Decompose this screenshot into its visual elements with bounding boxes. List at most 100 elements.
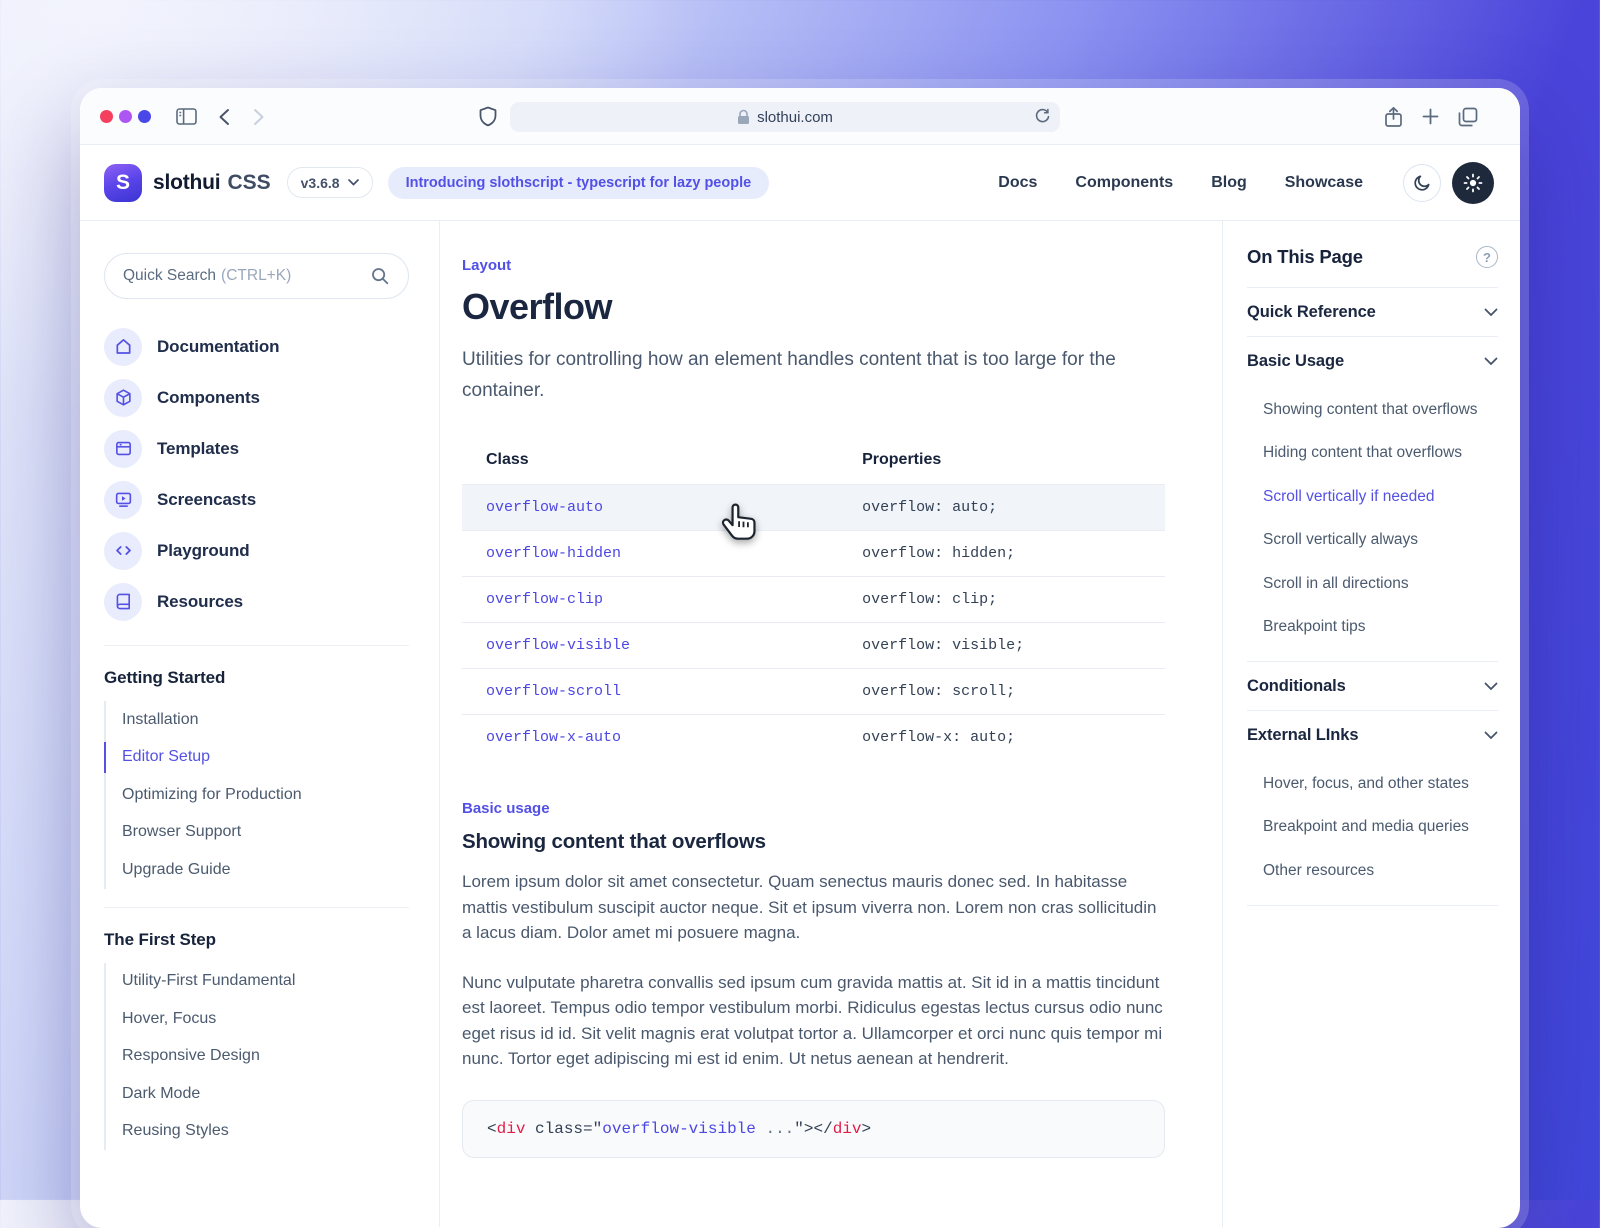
class-link[interactable]: overflow-scroll bbox=[486, 683, 621, 700]
page-title: Overflow bbox=[462, 286, 613, 327]
nav-link-showcase[interactable]: Showcase bbox=[1285, 174, 1363, 192]
toc-item[interactable]: Hiding content that overflows bbox=[1247, 432, 1498, 476]
sidebar-item-components[interactable]: Components bbox=[104, 372, 409, 423]
toc-item[interactable]: Scroll in all directions bbox=[1247, 562, 1498, 606]
close-window-button[interactable] bbox=[100, 110, 113, 123]
announcement-banner[interactable]: Introducing slothscript - typescript for… bbox=[387, 166, 770, 199]
cube-icon bbox=[104, 378, 142, 417]
class-link[interactable]: overflow-hidden bbox=[486, 545, 621, 562]
toc-item[interactable]: Showing content that overflows bbox=[1247, 388, 1498, 432]
sidebar-divider bbox=[104, 906, 409, 908]
privacy-shield-icon[interactable] bbox=[479, 88, 497, 145]
home-icon bbox=[104, 327, 142, 366]
tab-overview-icon[interactable] bbox=[1458, 88, 1478, 145]
usage-label: Basic usage bbox=[462, 800, 550, 817]
browser-window: slothui.com S slothui CSS v3.6.8 Introdu… bbox=[80, 88, 1520, 1228]
table-row: overflow-auto overflow: auto; bbox=[462, 484, 1165, 531]
class-link[interactable]: overflow-visible bbox=[486, 637, 630, 654]
zoom-window-button[interactable] bbox=[138, 110, 151, 123]
lock-icon bbox=[738, 109, 750, 124]
quick-search-input[interactable]: Quick Search (CTRL+K) bbox=[104, 253, 409, 299]
utility-class-table: Class Properties overflow-auto overflow:… bbox=[462, 438, 1165, 760]
nav-link-blog[interactable]: Blog bbox=[1211, 174, 1247, 192]
sidebar-item-reusing-styles[interactable]: Reusing Styles bbox=[106, 1113, 409, 1151]
dark-mode-button[interactable] bbox=[1403, 163, 1441, 202]
sidebar-item-dark-mode[interactable]: Dark Mode bbox=[106, 1075, 409, 1113]
url-text: slothui.com bbox=[757, 108, 833, 126]
help-icon[interactable]: ? bbox=[1476, 246, 1498, 268]
toc-item[interactable]: Other resources bbox=[1247, 849, 1498, 893]
refresh-icon[interactable] bbox=[1034, 108, 1051, 125]
sidebar-toggle-icon[interactable] bbox=[176, 88, 197, 145]
toc-item[interactable]: Breakpoint tips bbox=[1247, 606, 1498, 650]
address-bar[interactable]: slothui.com bbox=[510, 102, 1060, 132]
sidebar-item-documentation[interactable]: Documentation bbox=[104, 321, 409, 372]
page-description: Utilities for controlling how an element… bbox=[462, 349, 1116, 401]
share-icon[interactable] bbox=[1384, 88, 1403, 145]
sidebar-item-upgrade-guide[interactable]: Upgrade Guide bbox=[106, 851, 409, 889]
chevron-down-icon bbox=[1484, 357, 1498, 366]
slothui-logo[interactable]: S bbox=[104, 163, 142, 202]
toc-section-conditionals[interactable]: Conditionals bbox=[1247, 662, 1498, 711]
sidebar-item-templates[interactable]: Templates bbox=[104, 423, 409, 474]
docs-sidebar: Quick Search (CTRL+K) Documentation Comp… bbox=[80, 221, 440, 1227]
toc-section-external-links[interactable]: External LInks bbox=[1247, 711, 1498, 760]
book-icon bbox=[104, 582, 142, 621]
sidebar-item-editor-setup[interactable]: Editor Setup bbox=[104, 739, 409, 777]
body-paragraph: Lorem ipsum dolor sit amet consectetur. … bbox=[462, 872, 1157, 942]
sidebar-item-playground[interactable]: Playground bbox=[104, 525, 409, 576]
toc-section-basic-usage[interactable]: Basic Usage bbox=[1247, 337, 1498, 386]
sidebar-item-screencasts[interactable]: Screencasts bbox=[104, 474, 409, 525]
site-navbar: S slothui CSS v3.6.8 Introducing slothsc… bbox=[80, 145, 1520, 221]
doc-content: Layout Overflow Utilities for controllin… bbox=[440, 221, 1222, 1227]
new-tab-icon[interactable] bbox=[1422, 88, 1439, 145]
version-selector[interactable]: v3.6.8 bbox=[286, 167, 373, 198]
class-link[interactable]: overflow-clip bbox=[486, 591, 603, 608]
brand-suffix: CSS bbox=[227, 170, 271, 194]
nav-link-docs[interactable]: Docs bbox=[998, 174, 1037, 192]
chevron-down-icon bbox=[1484, 682, 1498, 690]
toc-item-active[interactable]: Scroll vertically if needed bbox=[1247, 475, 1498, 519]
sidebar-item-optimizing[interactable]: Optimizing for Production bbox=[106, 776, 409, 814]
props-value: overflow: auto; bbox=[838, 484, 1165, 531]
column-header-class: Class bbox=[486, 451, 529, 468]
forward-icon[interactable] bbox=[253, 88, 265, 145]
chevron-down-icon bbox=[1484, 308, 1498, 316]
sidebar-item-resources[interactable]: Resources bbox=[104, 576, 409, 627]
class-link[interactable]: overflow-auto bbox=[486, 499, 603, 516]
toc-item[interactable]: Hover, focus, and other states bbox=[1247, 762, 1498, 806]
sidebar-item-responsive-design[interactable]: Responsive Design bbox=[106, 1038, 409, 1076]
props-value: overflow: hidden; bbox=[838, 530, 1165, 577]
table-row: overflow-hidden overflow: hidden; bbox=[462, 530, 1165, 577]
props-value: overflow-x: auto; bbox=[838, 714, 1165, 760]
props-value: overflow: clip; bbox=[838, 576, 1165, 623]
toc-title: On This Page bbox=[1247, 246, 1363, 267]
table-row: overflow-visible overflow: visible; bbox=[462, 622, 1165, 669]
chevron-down-icon bbox=[347, 179, 359, 186]
category-label[interactable]: Layout bbox=[462, 257, 1165, 274]
toc-item[interactable]: Breakpoint and media queries bbox=[1247, 806, 1498, 850]
search-icon bbox=[372, 268, 389, 285]
back-icon[interactable] bbox=[218, 88, 230, 145]
code-icon bbox=[104, 531, 142, 570]
toc-section-quick-reference[interactable]: Quick Reference bbox=[1247, 288, 1498, 337]
toc-item[interactable]: Scroll vertically always bbox=[1247, 519, 1498, 563]
sidebar-item-browser-support[interactable]: Browser Support bbox=[106, 814, 409, 852]
props-value: overflow: visible; bbox=[838, 622, 1165, 669]
code-snippet[interactable]: <div class="overflow-visible ..."></div> bbox=[462, 1099, 1165, 1158]
sidebar-item-hover-focus[interactable]: Hover, Focus bbox=[106, 1000, 409, 1038]
props-value: overflow: scroll; bbox=[838, 668, 1165, 715]
minimize-window-button[interactable] bbox=[119, 110, 132, 123]
nav-link-components[interactable]: Components bbox=[1075, 174, 1173, 192]
moon-icon bbox=[1413, 175, 1430, 191]
light-mode-button[interactable] bbox=[1452, 161, 1494, 204]
class-link[interactable]: overflow-x-auto bbox=[486, 729, 621, 746]
on-this-page-panel: On This Page ? Quick Reference Basic Usa… bbox=[1222, 221, 1520, 1227]
sun-icon bbox=[1463, 173, 1483, 192]
browser-window-icon bbox=[104, 429, 142, 468]
screencast-icon bbox=[104, 480, 142, 519]
sidebar-item-utility-first[interactable]: Utility-First Fundamental bbox=[106, 963, 409, 1001]
chevron-down-icon bbox=[1484, 731, 1498, 740]
table-row: overflow-x-auto overflow-x: auto; bbox=[462, 714, 1165, 760]
sidebar-item-installation[interactable]: Installation bbox=[106, 701, 409, 739]
